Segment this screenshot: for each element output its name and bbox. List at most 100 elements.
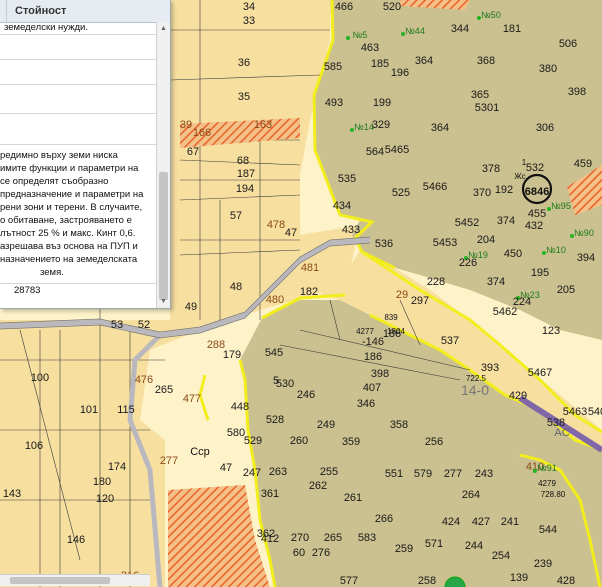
vertical-scrollbar[interactable]: ▲ ▼	[156, 22, 170, 308]
parcel-label: Жс	[514, 172, 525, 181]
parcel-label: 450	[504, 248, 522, 260]
parcel-label: 265	[155, 384, 173, 396]
scroll-up-icon[interactable]: ▲	[157, 22, 170, 35]
parcel-label: 5467	[528, 367, 552, 379]
parcel-label: 368	[477, 55, 495, 67]
parcel-label: 346	[357, 398, 375, 410]
parcel-label: 4279	[538, 479, 556, 488]
truncated-row: земеделски нужди.	[0, 22, 157, 35]
parcel-label: 123	[542, 325, 560, 337]
parcel-label: 181	[503, 23, 521, 35]
parcel-label: 244	[465, 540, 483, 552]
parcel-label: 5465	[385, 144, 409, 156]
parcel-label: 260	[290, 435, 308, 447]
parcel-label: 394	[577, 252, 595, 264]
parcel-label: 163	[254, 119, 272, 131]
column-title[interactable]: Стойност	[7, 5, 66, 17]
scroll-thumb[interactable]	[159, 172, 168, 300]
parcel-label: 433	[342, 224, 360, 236]
parcel-label: 407	[363, 382, 381, 394]
empty-row-1	[0, 35, 157, 60]
parcel-label: 551	[385, 468, 403, 480]
parcel-label: 540	[588, 406, 602, 418]
parcel-label: 185	[371, 58, 389, 70]
parcel-label: 247	[243, 467, 261, 479]
parcel-label: 448	[231, 401, 249, 413]
parcel-label: 579	[414, 468, 432, 480]
parcel-label: 364	[415, 55, 433, 67]
parcel-label: 239	[534, 558, 552, 570]
parcel-label: 146	[67, 534, 85, 546]
parcel-label: 412	[261, 533, 279, 545]
parcel-label: 204	[477, 234, 495, 246]
parcel-label: 528	[266, 414, 284, 426]
parcel-label: 476	[135, 374, 153, 386]
description-line-6: о обитаване, застрояването е	[0, 215, 132, 226]
parcel-label: 199	[373, 97, 391, 109]
panel-header: Стойност	[0, 0, 170, 23]
parcel-label: 195	[531, 267, 549, 279]
parcel-label: 258	[418, 575, 436, 587]
parcel-label: 14-0	[461, 382, 489, 398]
parcel-label: 52	[138, 319, 150, 331]
parcel-label: 179	[223, 349, 241, 361]
parcel-label: 380	[539, 63, 557, 75]
parcel-label: 297	[411, 295, 429, 307]
parcel-label: -146	[362, 336, 384, 348]
parcel-label: 544	[539, 524, 557, 536]
parcel-label: 374	[497, 215, 515, 227]
parcel-label: 187	[237, 168, 255, 180]
parcel-label: 57	[230, 210, 242, 222]
parcel-label: 53	[111, 319, 123, 331]
parcel-label: 455	[528, 208, 546, 220]
parcel-label: 36	[238, 57, 250, 69]
horizontal-scrollbar[interactable]	[0, 574, 150, 586]
parcel-label: 545	[265, 347, 283, 359]
description-line-3: се определят съобразно	[0, 176, 109, 187]
parcel-label: 571	[425, 538, 443, 550]
survey-point-label: №95	[551, 201, 571, 211]
parcel-label: 393	[481, 362, 499, 374]
parcel-label: 466	[335, 1, 353, 13]
parcel-label: 174	[108, 461, 126, 473]
parcel-label: 5301	[475, 102, 499, 114]
parcel-label: 359	[342, 436, 360, 448]
description-line-10: земя.	[40, 267, 64, 278]
parcel-label: 398	[371, 368, 389, 380]
parcel-label: 60	[293, 547, 305, 559]
parcel-label: 6846	[525, 186, 549, 198]
parcel-label: 344	[451, 23, 469, 35]
parcel-label: 427	[472, 516, 490, 528]
parcel-label: 4277	[356, 327, 374, 336]
parcel-label: 182	[300, 286, 318, 298]
parcel-label: 196	[391, 67, 409, 79]
parcel-label: 255	[320, 466, 338, 478]
empty-row-4	[0, 114, 157, 145]
parcel-label: 506	[559, 38, 577, 50]
horizontal-scroll-thumb[interactable]	[10, 577, 110, 584]
parcel-label: 5463	[563, 406, 587, 418]
parcel-label: 537	[441, 335, 459, 347]
survey-point-label: №50	[481, 10, 501, 20]
attribute-panel: Стойност земеделски нужди. редимно върху…	[0, 0, 171, 309]
survey-point-icon	[346, 36, 350, 40]
parcel-label: 29	[396, 289, 408, 301]
survey-point-label: №91	[537, 463, 557, 473]
parcel-label: 378	[482, 163, 500, 175]
parcel-label: 101	[80, 404, 98, 416]
parcel-label: 306	[536, 122, 554, 134]
parcel-label: 5466	[423, 181, 447, 193]
parcel-label: 370	[473, 187, 491, 199]
parcel-label: 115	[117, 404, 135, 416]
parcel-label: 478	[267, 219, 285, 231]
parcel-label: 374	[487, 276, 505, 288]
survey-point-label: №5	[353, 30, 368, 40]
parcel-label: 266	[375, 513, 393, 525]
description-line-5: рени зони и терени. В случаите,	[0, 202, 143, 213]
scroll-down-icon[interactable]: ▼	[157, 295, 170, 308]
parcel-label: 564	[366, 146, 384, 158]
parcel-label: 358	[390, 419, 408, 431]
description-row: редимно върху земи ниска имите функции и…	[0, 145, 157, 284]
parcel-label: 532	[526, 162, 544, 174]
parcel-label: 226	[459, 257, 477, 269]
